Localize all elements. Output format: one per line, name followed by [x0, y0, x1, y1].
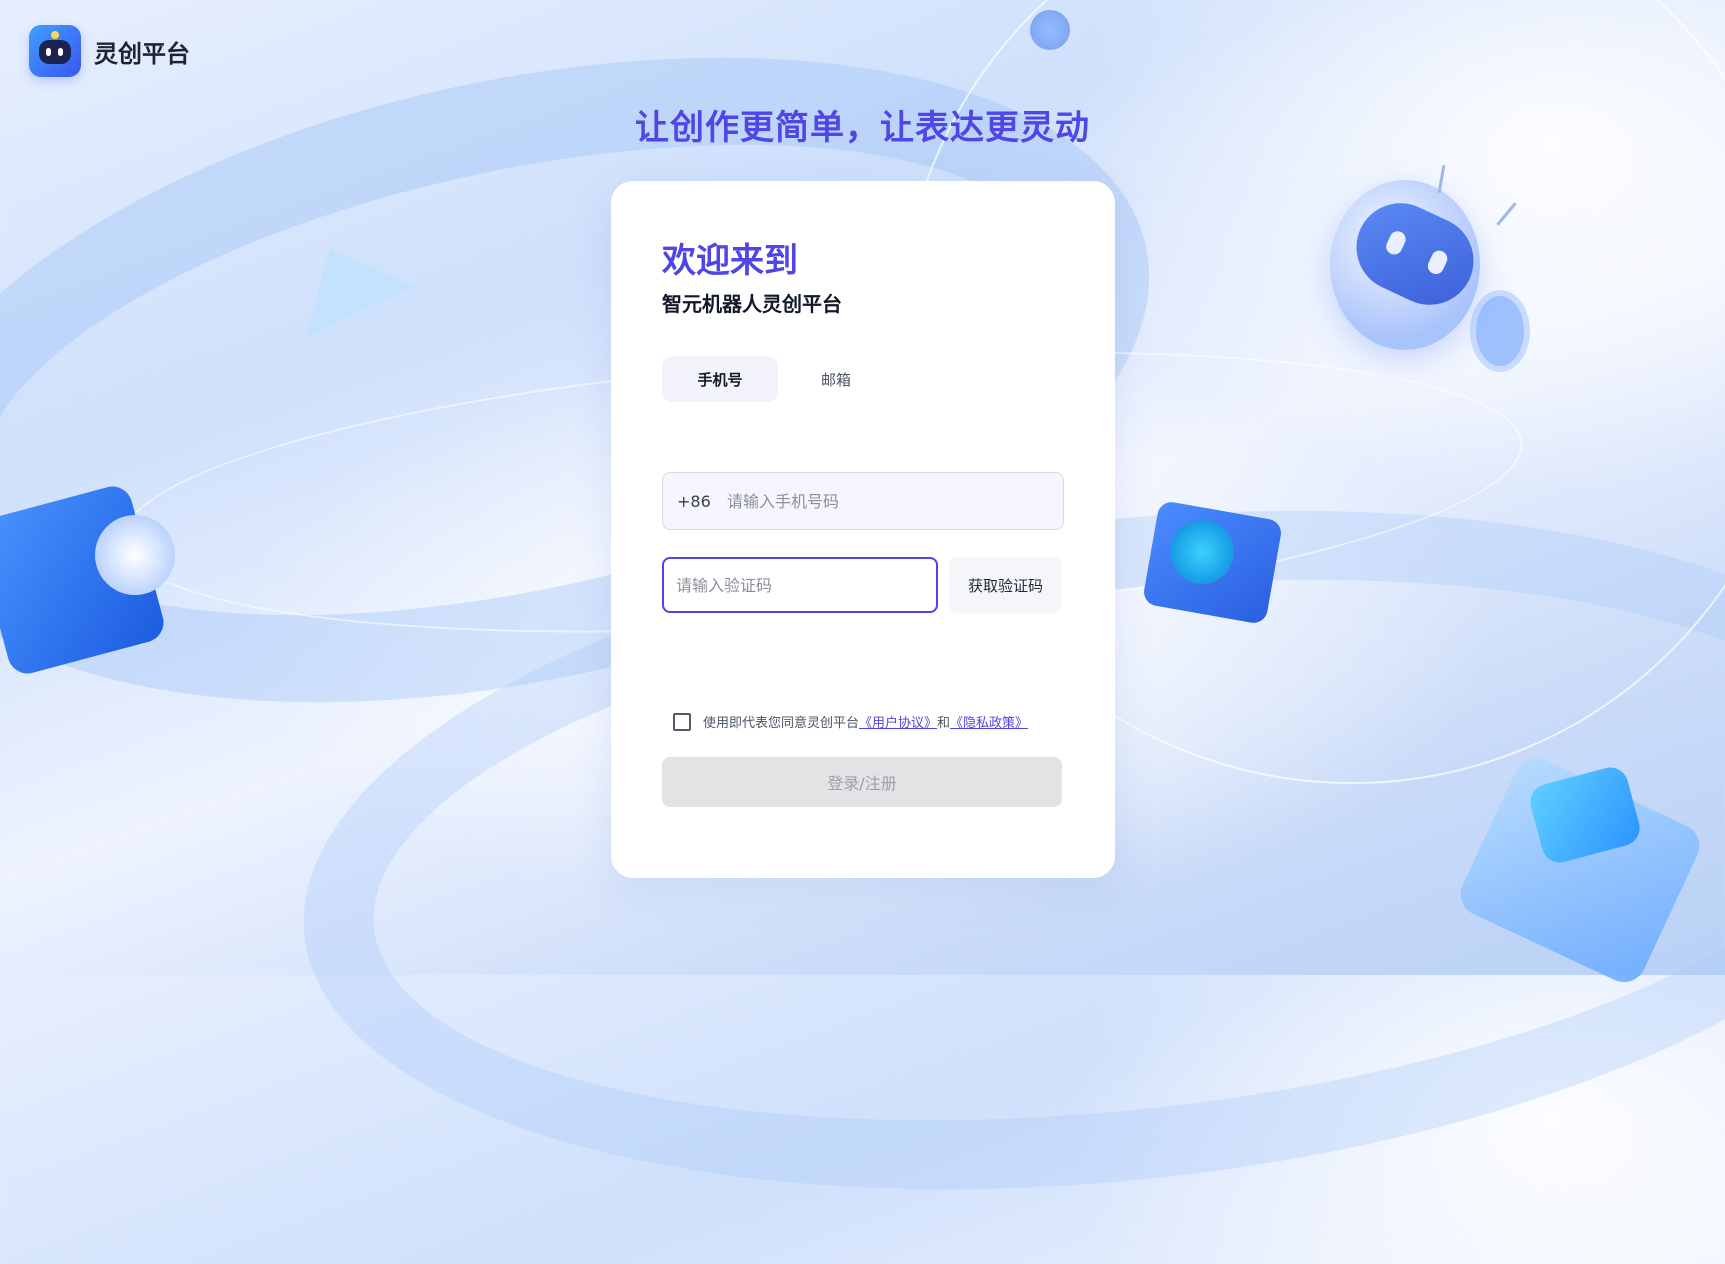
- login-method-tabs: 手机号 邮箱: [662, 356, 894, 402]
- tab-phone[interactable]: 手机号: [662, 356, 778, 402]
- get-code-button[interactable]: 获取验证码: [949, 557, 1062, 613]
- login-register-button[interactable]: 登录/注册: [662, 757, 1062, 807]
- video-camera-lens-illustration: [95, 515, 175, 595]
- paper-plane-illustration: [275, 222, 415, 338]
- tab-email[interactable]: 邮箱: [778, 356, 894, 402]
- slogan: 让创作更简单，让表达更灵动: [635, 108, 1090, 148]
- robot-logo-icon: [29, 25, 81, 77]
- pin-illustration: [1030, 10, 1070, 50]
- agreement-and-text: 和: [937, 716, 951, 731]
- robot-eye: [1425, 248, 1450, 277]
- welcome-heading: 欢迎来到: [662, 241, 798, 281]
- logo-antenna: [51, 31, 59, 39]
- country-code-prefix[interactable]: +86: [677, 492, 725, 511]
- robot-antenna: [1437, 164, 1446, 194]
- brand-name: 灵创平台: [94, 39, 190, 68]
- brand-logo[interactable]: 灵创平台: [29, 25, 190, 77]
- platform-subtitle: 智元机器人灵创平台: [662, 292, 842, 316]
- agreement-checkbox[interactable]: [673, 712, 691, 731]
- login-card: 欢迎来到 智元机器人灵创平台 手机号 邮箱 +86 获取验证码 使用即代表您同意…: [611, 181, 1115, 878]
- agreement-text: 使用即代表您同意灵创平台: [703, 716, 860, 731]
- logo-face: [39, 40, 71, 64]
- logo-eye: [58, 48, 63, 56]
- robot-ear-illustration: [1470, 290, 1530, 372]
- camera-lens-illustration: [1170, 520, 1234, 584]
- phone-input[interactable]: [725, 490, 1063, 512]
- user-agreement-link[interactable]: 《用户协议》: [859, 712, 937, 731]
- robot-antenna: [1496, 202, 1517, 226]
- phone-field[interactable]: +86: [662, 472, 1064, 530]
- verification-code-field[interactable]: [662, 557, 938, 613]
- verification-code-input[interactable]: [674, 574, 928, 596]
- robot-eye: [1383, 228, 1409, 258]
- agreement-row: 使用即代表您同意灵创平台 《用户协议》 和 《隐私政策》: [673, 712, 1028, 731]
- logo-eye: [46, 48, 51, 56]
- privacy-policy-link[interactable]: 《隐私政策》: [950, 712, 1028, 731]
